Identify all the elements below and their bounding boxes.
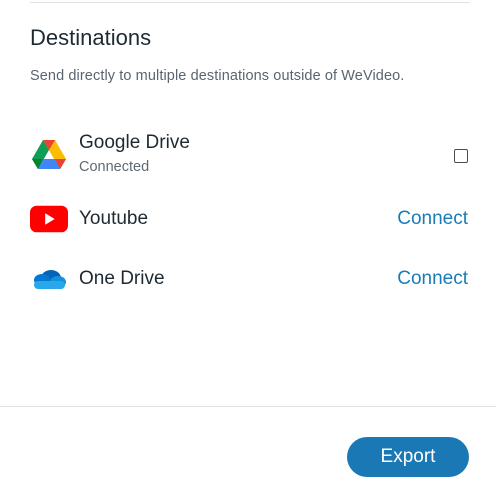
onedrive-label: One Drive: [79, 268, 165, 289]
top-divider: [30, 2, 470, 3]
destination-row-youtube: Youtube Connect: [30, 199, 470, 239]
footer-divider: [0, 406, 496, 407]
youtube-label: Youtube: [79, 208, 149, 229]
destination-row-google-drive: Google Drive Connected: [30, 132, 470, 178]
destinations-heading: Destinations: [30, 25, 152, 50]
google-drive-checkbox[interactable]: [454, 149, 468, 163]
google-drive-icon: [30, 140, 68, 170]
onedrive-connect-link[interactable]: Connect: [397, 268, 468, 290]
onedrive-icon: [30, 264, 68, 294]
google-drive-status: Connected: [79, 159, 150, 175]
google-drive-label: Google Drive: [79, 132, 190, 153]
youtube-connect-link[interactable]: Connect: [397, 208, 468, 230]
youtube-icon: [30, 204, 68, 234]
export-destinations-panel: Destinations Send directly to multiple d…: [0, 0, 496, 504]
destinations-description: Send directly to multiple destinations o…: [30, 68, 405, 84]
destination-row-onedrive: One Drive Connect: [30, 259, 470, 299]
export-button[interactable]: Export: [347, 437, 469, 477]
